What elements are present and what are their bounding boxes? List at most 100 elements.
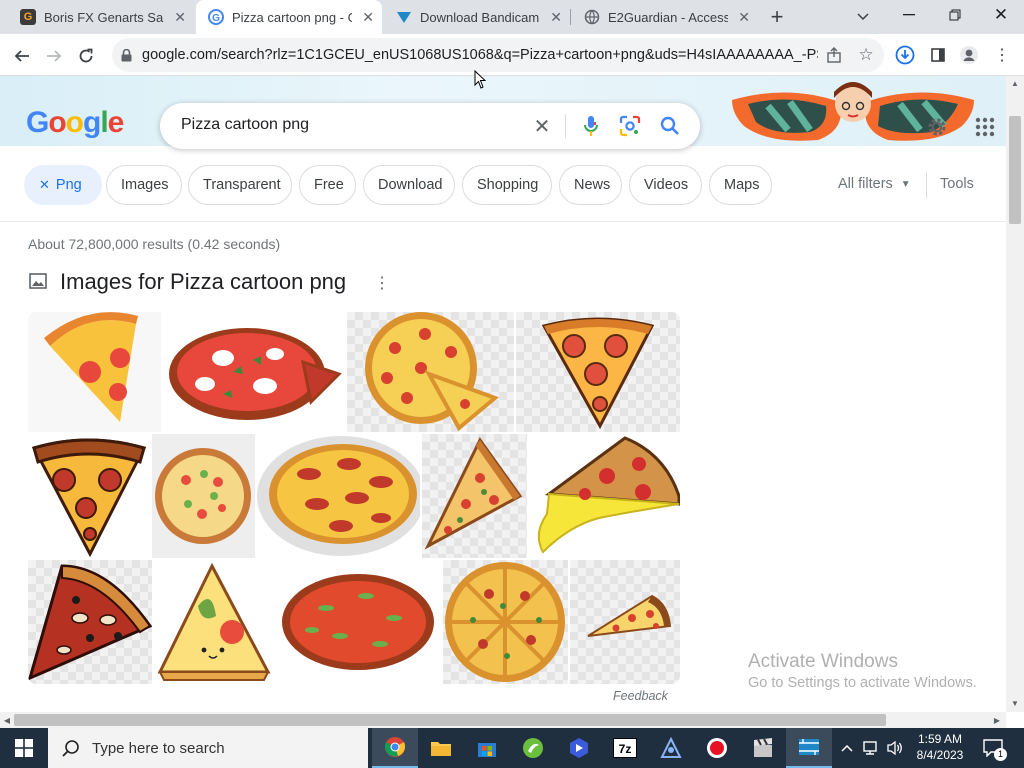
system-clock[interactable]: 1:59 AM 8/4/2023: [910, 731, 970, 763]
new-tab-button[interactable]: +: [764, 4, 790, 30]
restore-window-button[interactable]: [942, 4, 968, 26]
windows-start-icon[interactable]: [0, 728, 48, 768]
tab-separator: [570, 9, 571, 25]
search-input[interactable]: Pizza cartoon png: [181, 116, 309, 134]
chip-free[interactable]: Free: [299, 165, 356, 205]
scroll-right-arrow-icon[interactable]: ▶: [992, 714, 1002, 726]
volume-speaker-icon[interactable]: [884, 738, 906, 758]
pizza-image-thumbnail[interactable]: [443, 560, 568, 684]
video-editor-app-icon[interactable]: [556, 728, 602, 768]
pizza-image-thumbnail[interactable]: [28, 434, 150, 558]
pizza-image-thumbnail[interactable]: [154, 560, 274, 684]
svg-text:G: G: [212, 13, 220, 24]
results-count: About 72,800,000 results (0.42 seconds): [28, 236, 281, 252]
tab-search-chevron-down-icon[interactable]: [850, 6, 876, 28]
horizontal-scrollbar-thumb[interactable]: [14, 714, 886, 726]
close-tab-icon[interactable]: ✕: [550, 9, 562, 26]
profile-avatar-icon[interactable]: [958, 44, 980, 66]
close-tab-icon[interactable]: ✕: [174, 9, 186, 26]
tab-title: Boris FX Genarts Sapphire: [44, 9, 164, 25]
watermark-title: Activate Windows: [748, 651, 898, 672]
search-submit-icon[interactable]: [658, 114, 682, 138]
chip-download[interactable]: Download: [363, 165, 455, 205]
activate-windows-watermark: Activate Windows Go to Settings to activ…: [748, 651, 977, 691]
boris-favicon-icon: G: [20, 9, 36, 25]
browser-menu-icon[interactable]: ⋮: [994, 45, 1010, 65]
tab-google-search[interactable]: G Pizza cartoon png - Google Search ✕: [196, 0, 382, 34]
green-app-icon[interactable]: [510, 728, 556, 768]
google-apps-grid-icon[interactable]: [972, 114, 998, 140]
pizza-image-thumbnail[interactable]: [347, 312, 514, 432]
feedback-link[interactable]: Feedback: [613, 689, 668, 703]
vector-tool-app-icon[interactable]: [648, 728, 694, 768]
chip-transparent[interactable]: Transparent: [188, 165, 292, 205]
scroll-up-arrow-icon[interactable]: ▲: [1009, 78, 1021, 88]
pizza-image-thumbnail[interactable]: [257, 434, 420, 558]
close-tab-icon[interactable]: ✕: [362, 9, 374, 26]
scroll-down-arrow-icon[interactable]: ▼: [1009, 698, 1021, 708]
watermark-subtitle: Go to Settings to activate Windows.: [748, 675, 977, 691]
caret-down-icon: ▼: [900, 178, 911, 190]
all-filters-label: All filters: [838, 176, 893, 192]
close-tab-icon[interactable]: ✕: [738, 9, 750, 26]
tab-e2guardian[interactable]: E2Guardian - Access Denied ✕: [572, 0, 758, 34]
pizza-image-thumbnail[interactable]: [422, 434, 527, 558]
all-filters-button[interactable]: All filters ▼: [838, 176, 911, 192]
remove-filter-close-icon[interactable]: ✕: [39, 177, 50, 193]
file-explorer-folder-icon[interactable]: [418, 728, 464, 768]
tab-title: Download Bandicam 6: [420, 9, 540, 25]
chrome-taskbar-icon[interactable]: [372, 728, 418, 768]
lens-camera-icon[interactable]: [618, 114, 642, 138]
share-icon[interactable]: [824, 45, 844, 65]
pizza-image-thumbnail[interactable]: [163, 312, 345, 432]
chip-videos[interactable]: Videos: [629, 165, 702, 205]
pizza-image-thumbnail[interactable]: [276, 560, 441, 684]
header-divider: [0, 221, 1006, 222]
chip-images[interactable]: Images: [106, 165, 182, 205]
tools-button[interactable]: Tools: [940, 176, 974, 192]
mouse-cursor-arrow-icon: [474, 69, 487, 90]
record-button-app-icon[interactable]: [694, 728, 740, 768]
lock-icon[interactable]: [118, 47, 134, 63]
pizza-image-thumbnail[interactable]: [152, 434, 255, 558]
svg-text:7z: 7z: [619, 742, 632, 756]
pizza-image-thumbnail[interactable]: [28, 312, 161, 432]
download-icon[interactable]: [894, 44, 916, 66]
forward-arrow-icon[interactable]: [42, 44, 66, 68]
tab-bandicam[interactable]: Download Bandicam 6 ✕: [384, 0, 570, 34]
tab-boris-fx[interactable]: G Boris FX Genarts Sapphire ✕: [8, 0, 194, 34]
back-arrow-icon[interactable]: [10, 44, 34, 68]
close-window-button[interactable]: ✕: [988, 4, 1014, 26]
settings-gear-icon[interactable]: [924, 114, 950, 140]
scroll-left-arrow-icon[interactable]: ◀: [2, 714, 12, 726]
show-hidden-icons-chevron-up-icon[interactable]: [838, 738, 856, 758]
search-divider: [565, 114, 566, 138]
vertical-scrollbar-thumb[interactable]: [1009, 116, 1021, 224]
more-options-icon[interactable]: ⋮: [374, 273, 390, 293]
bookmark-star-icon[interactable]: ☆: [856, 45, 876, 65]
minimize-window-button[interactable]: [896, 4, 922, 26]
globe-icon: [584, 9, 600, 25]
pizza-image-thumbnail[interactable]: [516, 312, 680, 432]
google-logo[interactable]: Google: [26, 106, 124, 140]
chip-news[interactable]: News: [559, 165, 622, 205]
taskbar-search-box[interactable]: Type here to search: [48, 728, 368, 768]
microsoft-store-icon[interactable]: [464, 728, 510, 768]
chip-maps[interactable]: Maps: [709, 165, 772, 205]
reload-icon[interactable]: [74, 44, 98, 68]
url-text[interactable]: google.com/search?rlz=1C1GCEU_enUS1068US…: [142, 47, 818, 63]
film-clapper-app-icon[interactable]: [740, 728, 786, 768]
media-app-icon[interactable]: [786, 728, 832, 768]
taskbar-search-icon: [62, 739, 80, 757]
chip-png-selected[interactable]: ✕ Png: [24, 165, 102, 205]
clock-time: 1:59 AM: [917, 732, 963, 746]
chip-shopping[interactable]: Shopping: [462, 165, 552, 205]
clear-search-icon[interactable]: ✕: [530, 114, 554, 138]
pizza-image-thumbnail[interactable]: [529, 434, 680, 558]
7zip-icon[interactable]: 7z: [602, 728, 648, 768]
pizza-image-thumbnail[interactable]: [570, 560, 680, 684]
pizza-image-thumbnail[interactable]: [28, 560, 152, 684]
side-panel-icon[interactable]: [928, 45, 948, 65]
network-icon[interactable]: [860, 738, 882, 758]
voice-search-mic-icon[interactable]: [580, 114, 602, 138]
